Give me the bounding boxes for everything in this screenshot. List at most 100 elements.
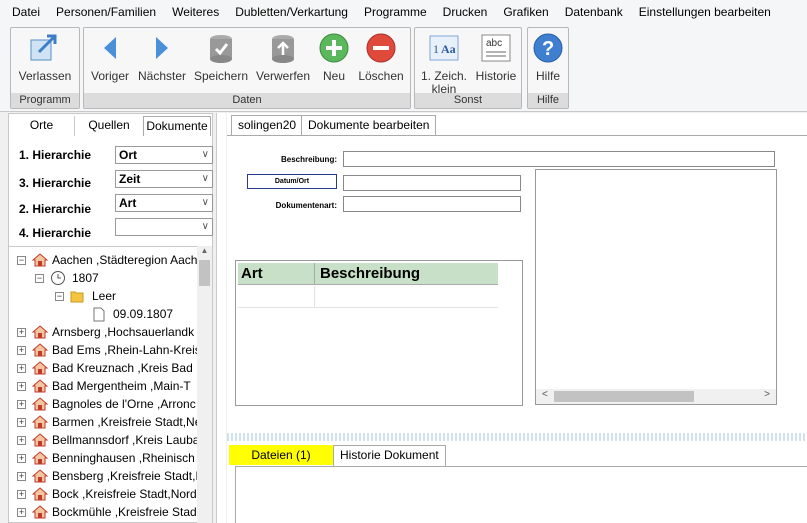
tab-orte[interactable]: Orte [9, 116, 75, 136]
table-row[interactable] [238, 286, 498, 308]
tree-node-label: Benninghausen ,Rheinisch [52, 451, 195, 465]
scroll-thumb[interactable] [199, 260, 210, 286]
column-beschreibung[interactable]: Beschreibung [320, 265, 420, 282]
loeschen-button[interactable]: Löschen [356, 30, 406, 83]
house-icon [32, 415, 48, 429]
tree-node-location[interactable]: + Bagnoles de l'Orne ,Arronc [17, 395, 196, 413]
tree-node-label: Bad Ems ,Rhein-Lahn-Kreis [52, 343, 197, 357]
hilfe-button[interactable]: ? Hilfe [530, 30, 566, 83]
hierarchie-2-select[interactable]: Art ∨ [115, 194, 213, 212]
horizontal-splitter[interactable] [227, 433, 807, 441]
expand-icon[interactable]: + [17, 345, 26, 355]
tree-node-root[interactable]: − Aachen ,Städteregion Aach [17, 251, 197, 269]
expand-icon[interactable]: + [17, 399, 26, 409]
menu-weiteres[interactable]: Weiteres [172, 5, 219, 19]
menu-datei[interactable]: Datei [12, 5, 40, 19]
verlassen-button[interactable]: Verlassen [15, 30, 75, 83]
clock-icon [51, 271, 65, 285]
splitter[interactable] [216, 113, 226, 523]
scroll-thumb[interactable] [554, 391, 694, 402]
tree-node-leer[interactable]: − Leer [55, 287, 116, 305]
scroll-up-icon[interactable]: ▲ [197, 246, 212, 255]
tree-node-location[interactable]: + Barmen ,Kreisfreie Stadt,Ne [17, 413, 197, 431]
tree-node-year[interactable]: − 1807 [35, 269, 99, 287]
beschreibung-input[interactable] [343, 151, 775, 167]
minus-icon [365, 32, 397, 64]
menu-einstellungen[interactable]: Einstellungen bearbeiten [639, 5, 771, 19]
datum-ort-button[interactable]: Datum/Ort [247, 174, 337, 189]
zeich-klein-button[interactable]: 1 Aa 1. Zeich. klein [419, 30, 469, 96]
collapse-icon[interactable]: − [35, 273, 44, 283]
menu-personen-familien[interactable]: Personen/Familien [56, 5, 156, 19]
expand-icon[interactable]: + [17, 471, 26, 481]
tab-historie-dokument[interactable]: Historie Dokument [333, 445, 446, 466]
chevron-down-icon: ∨ [201, 197, 209, 208]
column-divider [314, 286, 315, 308]
expand-icon[interactable]: + [17, 363, 26, 373]
speichern-button[interactable]: Speichern [192, 30, 250, 83]
tree-node-location[interactable]: + Bad Mergentheim ,Main-T [17, 377, 191, 395]
house-icon [32, 433, 48, 447]
exit-arrow-icon [29, 32, 61, 64]
tree-node-date[interactable]: 09.09.1807 [93, 305, 173, 323]
tab-dateien[interactable]: Dateien (1) [229, 445, 333, 465]
collapse-icon[interactable]: − [55, 291, 64, 301]
expand-icon[interactable]: + [17, 435, 26, 445]
expand-icon[interactable]: + [17, 327, 26, 337]
files-panel [235, 466, 807, 523]
historie-button[interactable]: abc Historie [473, 30, 519, 83]
expand-icon[interactable]: + [17, 453, 26, 463]
table-header: Art Beschreibung [238, 263, 498, 285]
tab-dokumente[interactable]: Dokumente [143, 116, 211, 136]
hierarchie-4-label: 4. Hierarchie [19, 226, 92, 240]
spellcheck-icon: abc [480, 32, 512, 64]
tab-quellen[interactable]: Quellen [76, 116, 142, 136]
naechster-button[interactable]: Nächster [136, 30, 188, 83]
expand-icon[interactable]: + [17, 381, 26, 391]
tree-node-location[interactable]: + Bockmühle ,Kreisfreie Stad [17, 503, 197, 521]
tree-node-label: Barmen ,Kreisfreie Stadt,Ne [52, 415, 197, 429]
house-icon [32, 343, 48, 357]
tree-node-location[interactable]: + Benninghausen ,Rheinisch [17, 449, 195, 467]
expand-icon[interactable]: + [17, 489, 26, 499]
menu-drucken[interactable]: Drucken [443, 5, 488, 19]
tab-solingen20[interactable]: solingen20 [231, 115, 304, 135]
tree-node-label: Bellmannsdorf ,Kreis Lauba [52, 433, 197, 447]
hierarchie-1-select[interactable]: Ort ∨ [115, 146, 213, 164]
dokumentenart-label: Dokumentenart: [275, 201, 337, 210]
documents-table: Art Beschreibung [235, 260, 523, 406]
tree-node-label: Bockmühle ,Kreisfreie Stad [52, 505, 197, 519]
collapse-icon[interactable]: − [17, 255, 26, 265]
scroll-right-icon[interactable]: > [764, 389, 770, 400]
tree-node-location[interactable]: + Bellmannsdorf ,Kreis Lauba [17, 431, 197, 449]
tree-node-location[interactable]: + Bensberg ,Kreisfreie Stadt,I [17, 467, 197, 485]
scroll-left-icon[interactable]: < [542, 389, 548, 400]
preview-hscrollbar[interactable]: < > [536, 389, 776, 404]
verwerfen-button[interactable]: Verwerfen [254, 30, 312, 83]
dokumentenart-input[interactable] [343, 196, 521, 212]
expand-icon[interactable]: + [17, 507, 26, 517]
menu-grafiken[interactable]: Grafiken [503, 5, 548, 19]
chevron-down-icon: ∨ [201, 221, 209, 232]
neu-button[interactable]: Neu [316, 30, 352, 83]
menu-dubletten[interactable]: Dubletten/Verkartung [235, 5, 348, 19]
beschreibung-label: Beschreibung: [280, 155, 337, 164]
house-icon [32, 379, 48, 393]
tree-node-label: Bensberg ,Kreisfreie Stadt,I [52, 469, 197, 483]
hierarchie-3-select[interactable]: Zeit ∨ [115, 170, 213, 188]
expand-icon[interactable]: + [17, 417, 26, 427]
voriger-button[interactable]: Voriger [88, 30, 132, 83]
menu-programme[interactable]: Programme [364, 5, 427, 19]
tree-node-location[interactable]: + Bad Kreuznach ,Kreis Bad K [17, 359, 197, 377]
hierarchie-4-select[interactable]: ∨ [115, 218, 213, 236]
datum-ort-input[interactable] [343, 175, 521, 191]
tree-node-location[interactable]: + Arnsberg ,Hochsauerlandk [17, 323, 194, 341]
group-daten: Voriger Nächster Speichern Verwerfen Neu… [83, 27, 411, 109]
column-art[interactable]: Art [241, 265, 263, 282]
tab-dokumente-bearbeiten[interactable]: Dokumente bearbeiten [301, 115, 437, 135]
svg-text:?: ? [542, 38, 554, 60]
tree-scrollbar[interactable]: ▲ [197, 246, 212, 523]
tree-node-location[interactable]: + Bad Ems ,Rhein-Lahn-Kreis [17, 341, 197, 359]
tree-node-location[interactable]: + Bock ,Kreisfreie Stadt,Nord [17, 485, 197, 503]
menu-datenbank[interactable]: Datenbank [565, 5, 623, 19]
